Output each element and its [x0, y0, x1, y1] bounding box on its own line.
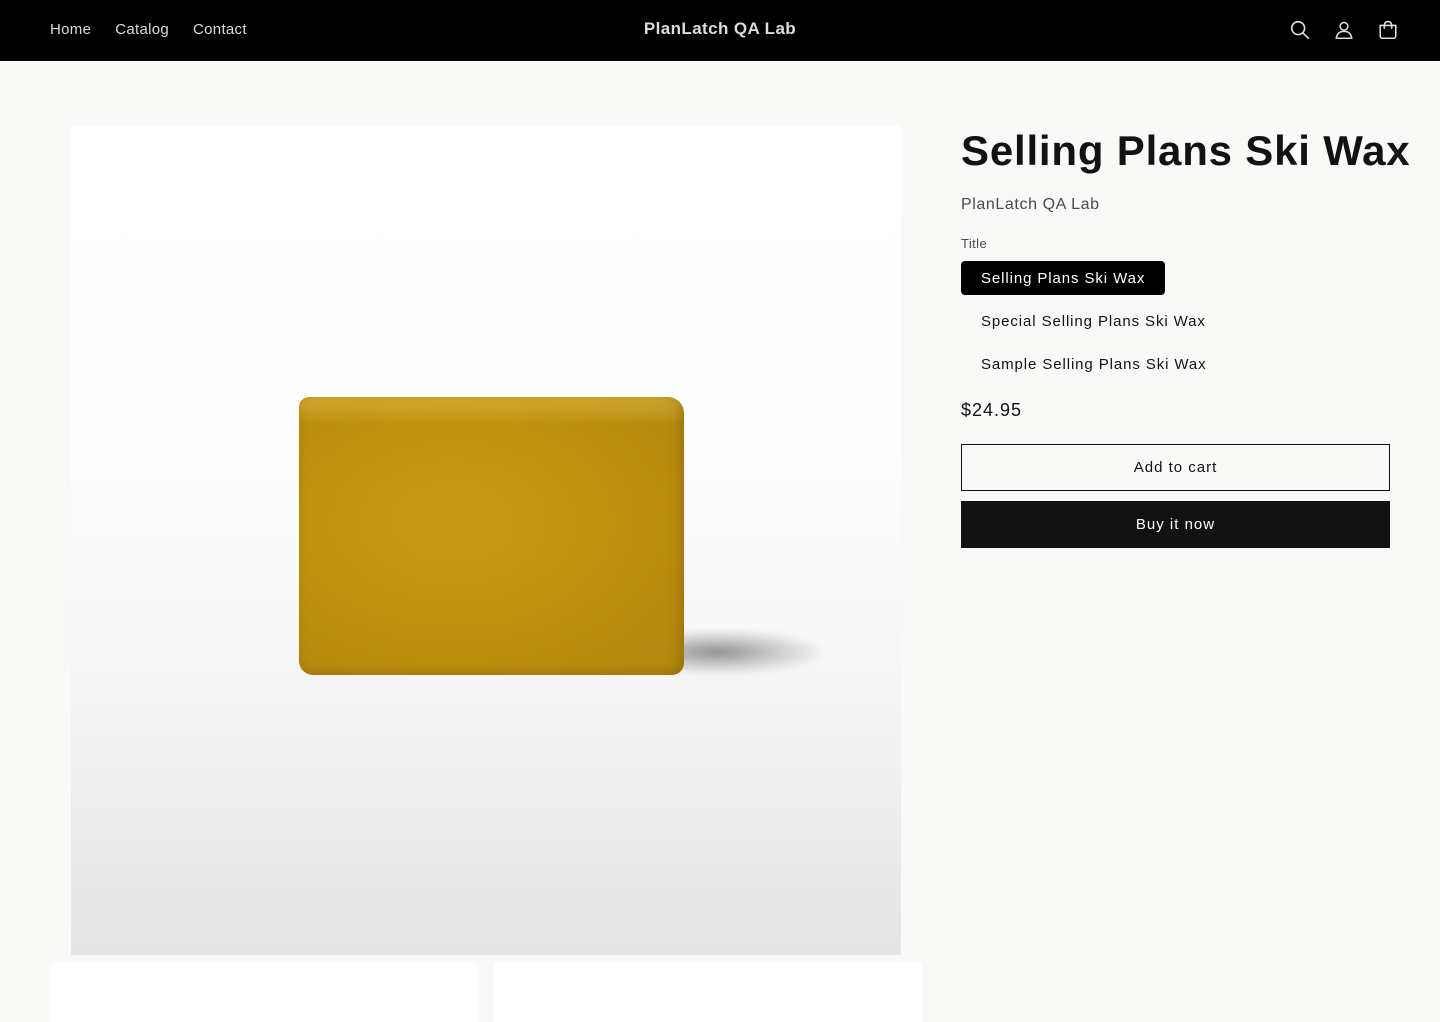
product-vendor: PlanLatch QA Lab	[961, 196, 1100, 213]
add-to-cart-button[interactable]: Add to cart	[961, 444, 1390, 491]
variant-option-sample-selling-plans-ski-wax[interactable]: Sample Selling Plans Ski Wax	[961, 347, 1227, 381]
product-price: $24.95	[961, 400, 1023, 420]
account-icon[interactable]	[1332, 16, 1356, 44]
header-icons	[1288, 16, 1400, 44]
product-info: Selling Plans Ski Wax PlanLatch QA Lab T…	[961, 125, 1411, 548]
variant-option-special-selling-plans-ski-wax[interactable]: Special Selling Plans Ski Wax	[961, 304, 1226, 338]
product-thumbnail-2[interactable]	[494, 962, 922, 1022]
product-main-image[interactable]	[71, 125, 901, 955]
product-thumbnail-1[interactable]	[50, 962, 478, 1022]
variant-picker: Selling Plans Ski Wax Special Selling Pl…	[961, 261, 1390, 381]
site-header: Home Catalog Contact PlanLatch QA Lab	[0, 0, 1440, 61]
product-title: Selling Plans Ski Wax	[961, 127, 1411, 174]
variant-option-selling-plans-ski-wax[interactable]: Selling Plans Ski Wax	[961, 261, 1166, 295]
search-icon[interactable]	[1288, 16, 1312, 44]
cart-icon[interactable]	[1376, 16, 1400, 44]
store-brand[interactable]: PlanLatch QA Lab	[0, 19, 1440, 39]
buy-now-button[interactable]: Buy it now	[961, 501, 1390, 548]
ski-wax-bar	[299, 397, 684, 675]
variant-option-label: Title	[961, 236, 988, 251]
